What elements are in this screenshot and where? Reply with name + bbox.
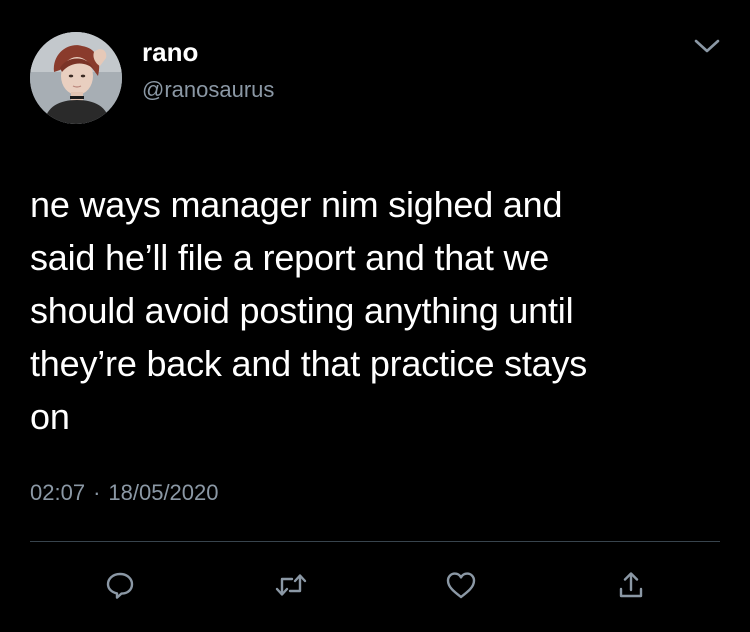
heart-icon (446, 572, 476, 599)
divider (30, 541, 720, 542)
profile-photo-icon (30, 32, 122, 124)
author-handle[interactable]: @ranosaurus (142, 76, 274, 104)
like-button[interactable] (438, 562, 484, 608)
avatar[interactable] (30, 32, 122, 124)
tweet-text: ne ways manager nim sighed and said he’l… (30, 178, 720, 443)
tweet-time: 02:07 (30, 480, 86, 505)
reply-button[interactable] (97, 562, 143, 608)
tweet-timestamp[interactable]: 02:07 · 18/05/2020 (30, 478, 219, 508)
retweet-icon (275, 574, 307, 596)
tweet-text-line: said he’ll file a report and that we (30, 237, 550, 278)
share-button[interactable] (608, 562, 654, 608)
tweet-text-line: ne ways manager nim sighed and (30, 184, 563, 225)
tweet-date: 18/05/2020 (108, 480, 219, 505)
retweet-button[interactable] (268, 562, 314, 608)
tweet-text-line: on (30, 396, 70, 437)
tweet-text-line: they’re back and that practice stays (30, 343, 588, 384)
share-icon (619, 572, 643, 598)
tweet-card: rano @ranosaurus ne ways manager nim sig… (0, 0, 750, 632)
chevron-down-icon[interactable] (690, 34, 724, 58)
reply-icon (106, 572, 134, 599)
meta-separator: · (93, 480, 101, 505)
author-name[interactable]: rano (142, 36, 198, 68)
tweet-text-line: should avoid posting anything until (30, 290, 574, 331)
